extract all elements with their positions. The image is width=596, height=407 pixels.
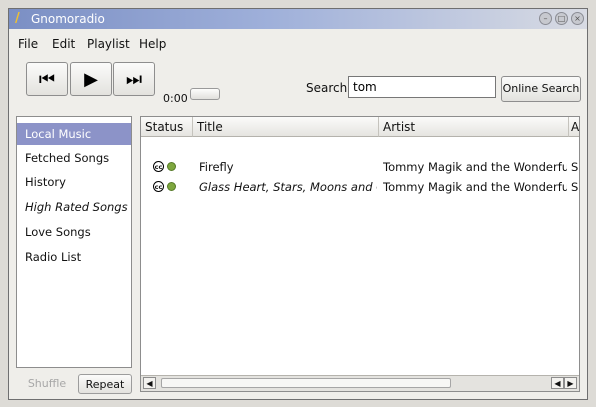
maximize-icon[interactable]: □: [555, 12, 568, 25]
minimize-icon[interactable]: –: [539, 12, 552, 25]
status-dot-icon: [167, 182, 176, 191]
status-dot-icon: [167, 162, 176, 171]
title-bar[interactable]: / Gnomoradio – □ ×: [9, 9, 587, 29]
next-icon: ⏭: [125, 68, 143, 90]
menu-edit[interactable]: Edit: [52, 37, 75, 51]
search-label: Search:: [306, 81, 352, 95]
seek-slider[interactable]: [190, 88, 220, 100]
column-header-artist[interactable]: Artist: [379, 117, 569, 137]
scroll-left-icon[interactable]: ◀: [551, 377, 564, 389]
menu-playlist[interactable]: Playlist: [87, 37, 130, 51]
menu-bar: File Edit Playlist Help: [9, 33, 587, 53]
next-button[interactable]: ⏭: [113, 62, 155, 96]
song-extra: S: [571, 160, 579, 174]
play-icon: ▶: [84, 68, 98, 90]
previous-button[interactable]: ⏮: [26, 62, 68, 96]
song-title: Glass Heart, Stars, Moons and Cl: [199, 180, 377, 194]
song-artist: Tommy Magik and the Wonderfulls: [383, 160, 567, 174]
table-row[interactable]: cc Firefly Tommy Magik and the Wonderful…: [141, 157, 579, 177]
creative-commons-icon: cc: [153, 161, 164, 172]
window-title: Gnomoradio: [31, 12, 105, 26]
creative-commons-icon: cc: [153, 181, 164, 192]
column-header-title[interactable]: Title: [193, 117, 379, 137]
song-list: Status Title Artist A cc Firefly Tommy M…: [140, 116, 580, 392]
playback-time: 0:00: [163, 92, 188, 105]
sidebar-item-history[interactable]: History: [17, 171, 131, 193]
horizontal-scrollbar[interactable]: ◀ ◀ ▶: [141, 375, 579, 391]
sidebar-item-high-rated-songs[interactable]: High Rated Songs: [17, 196, 131, 218]
menu-help[interactable]: Help: [139, 37, 166, 51]
playlist-sidebar: Local Music Fetched Songs History High R…: [16, 116, 132, 368]
menu-file[interactable]: File: [18, 37, 38, 51]
song-title: Firefly: [199, 160, 234, 174]
previous-icon: ⏮: [38, 68, 56, 90]
sidebar-item-love-songs[interactable]: Love Songs: [17, 221, 131, 243]
song-extra: S: [571, 180, 579, 194]
search-input[interactable]: [348, 76, 496, 98]
shuffle-button[interactable]: Shuffle: [22, 374, 72, 394]
column-header-extra[interactable]: A: [569, 117, 579, 137]
scroll-right-icon[interactable]: ▶: [564, 377, 577, 389]
app-icon: /: [15, 11, 20, 26]
sidebar-item-fetched-songs[interactable]: Fetched Songs: [17, 147, 131, 169]
repeat-button[interactable]: Repeat: [78, 374, 132, 394]
sidebar-item-radio-list[interactable]: Radio List: [17, 246, 131, 268]
scroll-left-icon[interactable]: ◀: [143, 377, 156, 389]
column-header-status[interactable]: Status: [141, 117, 193, 137]
close-icon[interactable]: ×: [571, 12, 584, 25]
song-artist: Tommy Magik and the Wonderfulls: [383, 180, 567, 194]
sidebar-item-local-music[interactable]: Local Music: [17, 123, 131, 145]
online-search-button[interactable]: Online Search: [501, 76, 581, 102]
play-button[interactable]: ▶: [70, 62, 112, 96]
table-row[interactable]: cc Glass Heart, Stars, Moons and Cl Tomm…: [141, 177, 579, 197]
scroll-thumb[interactable]: [161, 378, 451, 388]
